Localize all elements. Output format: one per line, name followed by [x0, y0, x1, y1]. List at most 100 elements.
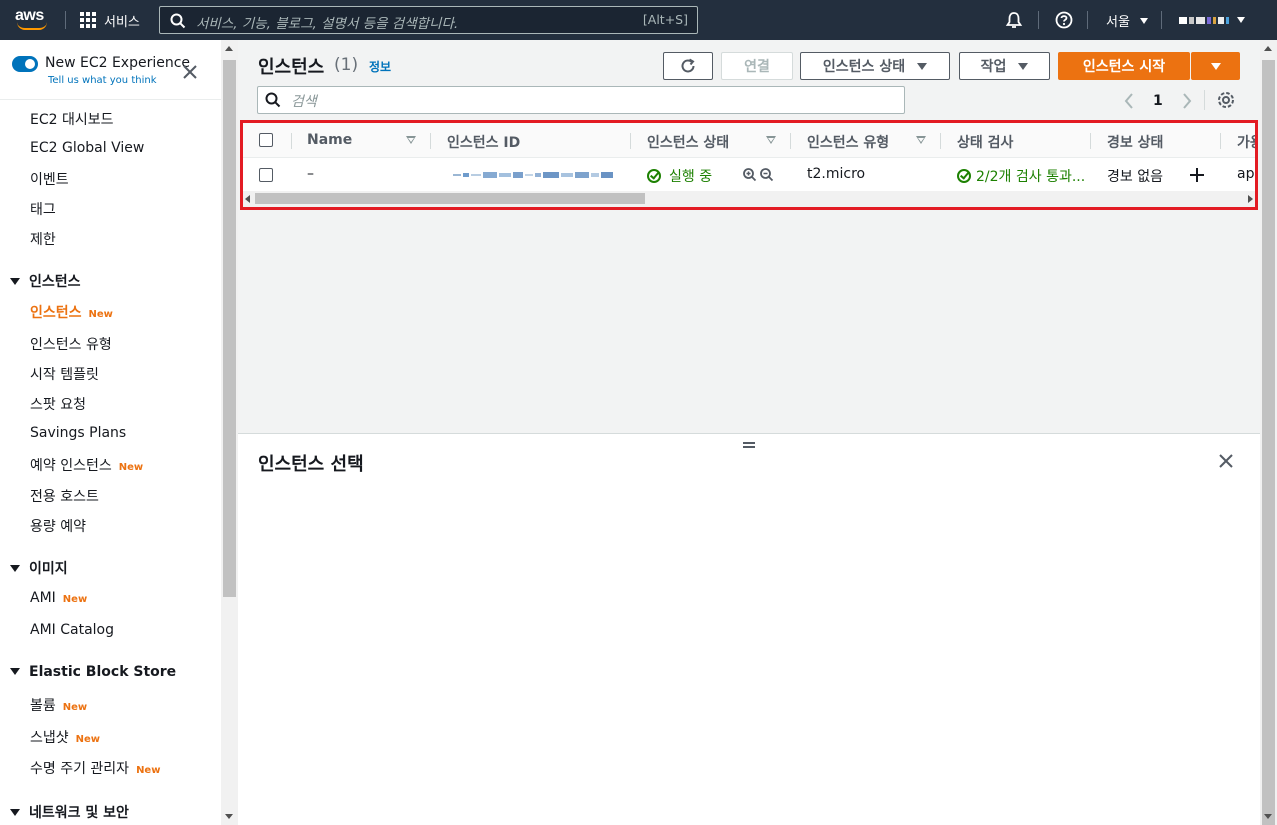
- close-icon[interactable]: [181, 63, 199, 81]
- sidebar-item-ami[interactable]: AMI New: [30, 590, 87, 606]
- sidebar-item-volumes[interactable]: 볼륨 New: [30, 695, 87, 715]
- column-header-instance-type[interactable]: 인스턴스 유형: [807, 132, 889, 152]
- select-all-checkbox[interactable]: [259, 133, 273, 147]
- sidebar-item-limits[interactable]: 제한: [30, 229, 56, 249]
- global-search-input[interactable]: 서비스, 기능, 블로그, 설명서 등을 검색합니다. [Alt+S]: [159, 6, 698, 34]
- table-row[interactable]: – 실행 중 t2.micro 2/2개 검사 통과... 경보 없음 ap-: [243, 158, 1255, 191]
- sidebar-item-spot-requests[interactable]: 스팟 요청: [30, 394, 86, 414]
- sidebar-item-events[interactable]: 이벤트: [30, 169, 69, 189]
- search-icon: [170, 13, 186, 29]
- aws-smile-icon: [17, 22, 47, 30]
- chevron-right-icon[interactable]: [1181, 92, 1193, 110]
- cell-availability-zone: ap-: [1237, 166, 1258, 182]
- sidebar-item-label: 스냅샷: [30, 730, 69, 746]
- column-header-instance-id[interactable]: 인스턴스 ID: [447, 132, 520, 152]
- table-horizontal-scrollbar[interactable]: [243, 191, 1255, 207]
- caret-down-icon: [1210, 62, 1221, 70]
- section-title: Elastic Block Store: [29, 664, 177, 680]
- new-badge: New: [118, 462, 144, 473]
- sidebar-item-capacity-reservations[interactable]: 용량 예약: [30, 516, 86, 536]
- pagination: 1: [1123, 91, 1193, 111]
- sort-icon[interactable]: [916, 136, 926, 144]
- launch-instances-button[interactable]: 인스턴스 시작: [1058, 52, 1190, 80]
- nav-divider: [1038, 11, 1039, 29]
- sidebar-section-images[interactable]: 이미지: [10, 558, 68, 578]
- caret-down-icon: [10, 277, 20, 285]
- sidebar-item-dedicated-hosts[interactable]: 전용 호스트: [30, 486, 99, 506]
- scrollbar-thumb[interactable]: [223, 60, 236, 597]
- sidebar-item-ami-catalog[interactable]: AMI Catalog: [30, 622, 114, 638]
- scroll-up-arrow[interactable]: [1264, 46, 1272, 51]
- services-label: 서비스: [104, 14, 140, 30]
- sidebar-item-reserved-instances[interactable]: 예약 인스턴스 New: [30, 455, 143, 475]
- sidebar-item-global-view[interactable]: EC2 Global View: [30, 140, 144, 156]
- column-divider: [1220, 133, 1221, 149]
- status-check-value: 2/2개 검사 통과...: [976, 169, 1086, 185]
- plus-icon[interactable]: [1189, 167, 1205, 183]
- instance-state-label: 인스턴스 상태: [822, 59, 906, 75]
- scroll-left-arrow[interactable]: [245, 195, 250, 203]
- instance-state-dropdown[interactable]: 인스턴스 상태: [800, 52, 950, 80]
- sidebar-item-ec2-dashboard[interactable]: EC2 대시보드: [30, 109, 114, 129]
- row-checkbox[interactable]: [259, 168, 273, 182]
- sidebar-item-savings-plans[interactable]: Savings Plans: [30, 425, 126, 441]
- sidebar-item-instances[interactable]: 인스턴스 New: [30, 302, 113, 322]
- feedback-link[interactable]: Tell us what you think: [48, 75, 157, 86]
- scroll-down-arrow[interactable]: [1264, 814, 1272, 819]
- caret-down-icon: [1237, 17, 1246, 23]
- sidebar-item-tags[interactable]: 태그: [30, 199, 56, 219]
- scroll-right-arrow[interactable]: [1248, 195, 1253, 203]
- launch-options-dropdown[interactable]: [1191, 52, 1240, 80]
- gear-icon[interactable]: [1216, 90, 1236, 110]
- actions-dropdown[interactable]: 작업: [959, 52, 1050, 80]
- column-header-instance-state[interactable]: 인스턴스 상태: [647, 132, 729, 152]
- check-circle-icon: [647, 169, 661, 183]
- services-button[interactable]: 서비스: [80, 10, 140, 30]
- instance-count: (1): [334, 55, 359, 75]
- scrollbar-thumb[interactable]: [1262, 60, 1275, 825]
- cell-name: –: [307, 166, 314, 182]
- account-menu[interactable]: [1179, 14, 1246, 26]
- search-shortcut: [Alt+S]: [642, 12, 688, 27]
- chevron-left-icon[interactable]: [1123, 92, 1135, 110]
- sidebar-section-ebs[interactable]: Elastic Block Store: [10, 664, 176, 680]
- scrollbar-thumb[interactable]: [255, 193, 645, 204]
- sidebar-section-network-security[interactable]: 네트워크 및 보안: [10, 802, 129, 822]
- help-icon[interactable]: [1054, 10, 1074, 30]
- sidebar-item-snapshots[interactable]: 스냅샷 New: [30, 727, 100, 747]
- region-selector[interactable]: 서울: [1106, 11, 1149, 30]
- scroll-down-arrow[interactable]: [225, 814, 233, 819]
- zoom-in-out-icon[interactable]: [742, 167, 776, 183]
- sort-icon[interactable]: [406, 136, 416, 144]
- new-experience-toggle[interactable]: [12, 56, 38, 72]
- sidebar-scrollbar[interactable]: [221, 40, 238, 825]
- info-link[interactable]: 정보: [369, 58, 391, 75]
- cell-instance-id-redacted[interactable]: [453, 171, 613, 179]
- scroll-up-arrow[interactable]: [225, 46, 233, 51]
- connect-button[interactable]: 연결: [721, 52, 793, 80]
- column-header-status-check[interactable]: 상태 검사: [957, 132, 1013, 152]
- column-header-availability-zone[interactable]: 가용: [1237, 132, 1255, 152]
- aws-logo[interactable]: aws: [15, 7, 49, 33]
- page-scrollbar[interactable]: [1260, 40, 1277, 825]
- page-number[interactable]: 1: [1153, 93, 1163, 109]
- drag-handle-icon[interactable]: [743, 442, 755, 448]
- cell-status-check[interactable]: 2/2개 검사 통과...: [957, 166, 1085, 186]
- sidebar-item-instance-types[interactable]: 인스턴스 유형: [30, 334, 112, 354]
- column-header-name[interactable]: Name: [307, 132, 352, 148]
- refresh-button[interactable]: [663, 52, 713, 80]
- caret-down-icon: [10, 564, 20, 572]
- bell-icon[interactable]: [1004, 10, 1024, 30]
- sidebar-item-launch-templates[interactable]: 시작 템플릿: [30, 364, 99, 384]
- column-divider: [430, 133, 431, 149]
- sidebar-item-lifecycle-manager[interactable]: 수명 주기 관리자 New: [30, 758, 160, 778]
- column-divider: [630, 133, 631, 149]
- page-title: 인스턴스: [258, 57, 325, 78]
- instance-search-input[interactable]: 검색: [257, 86, 905, 114]
- sort-icon[interactable]: [766, 136, 776, 144]
- sidebar-section-instances[interactable]: 인스턴스: [10, 271, 81, 291]
- caret-down-icon: [917, 62, 928, 70]
- column-header-alarm-status[interactable]: 경보 상태: [1107, 132, 1163, 152]
- cell-instance-state: 실행 중: [647, 166, 712, 186]
- close-icon[interactable]: [1217, 452, 1235, 470]
